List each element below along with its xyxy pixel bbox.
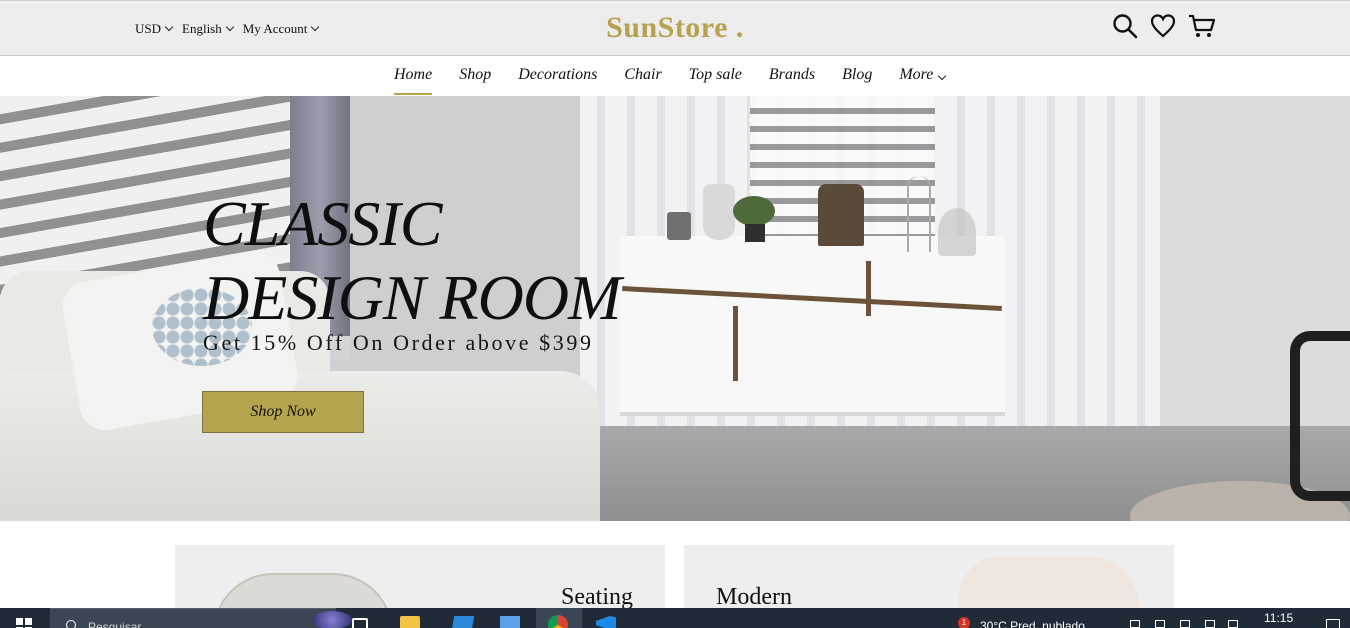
windows-start-icon[interactable] (16, 618, 32, 628)
top-bar: USD English My Account SunStore . (0, 0, 1350, 56)
vscode-icon[interactable] (596, 616, 616, 628)
windows-taskbar: Pesquisar 1 30°C Pred. nublado 11:15 (0, 608, 1350, 628)
hero-banner: CLASSIC DESIGN ROOM Get 15% Off On Order… (0, 96, 1350, 521)
store-icon[interactable] (451, 616, 475, 628)
heart-icon[interactable] (1150, 13, 1176, 39)
battery-icon[interactable] (1180, 620, 1190, 628)
nav-item-home[interactable]: Home (394, 56, 433, 96)
taskbar-clock[interactable]: 11:15 (1264, 611, 1293, 625)
hero-plant-pot (745, 224, 765, 242)
taskbar-search-box[interactable]: Pesquisar (50, 608, 352, 628)
file-explorer-icon[interactable] (400, 616, 420, 628)
category-title-seating: Seating (561, 584, 633, 608)
nav-item-chair[interactable]: Chair (624, 56, 661, 96)
hero-glass-bowl (938, 208, 976, 256)
nav-item-brands[interactable]: Brands (769, 56, 815, 96)
seating-chair-image (213, 573, 393, 608)
nav-items: Home Shop Decorations Chair Top sale Bra… (394, 56, 972, 96)
hero-title: CLASSIC DESIGN ROOM (203, 187, 621, 335)
task-view-icon[interactable] (352, 618, 368, 628)
chrome-icon[interactable] (548, 615, 568, 628)
nav-item-blog[interactable]: Blog (842, 56, 872, 96)
chevron-down-icon (938, 71, 947, 81)
nav-item-decorations[interactable]: Decorations (518, 56, 597, 96)
hero-cabinet-trim (866, 261, 871, 316)
weather-notification-badge: 1 (958, 617, 970, 628)
nav-more-label: More (899, 66, 934, 83)
chevron-up-icon[interactable] (1130, 620, 1140, 628)
hero-plant (733, 196, 775, 226)
category-title-modern: Modern (716, 584, 792, 608)
nav-item-more[interactable]: More (899, 56, 947, 96)
hero-title-line2: DESIGN ROOM (203, 262, 621, 333)
header-icons (1112, 13, 1216, 39)
nav-item-shop[interactable]: Shop (459, 56, 491, 96)
taskbar-search-placeholder: Pesquisar (88, 620, 142, 628)
search-highlight-icon (312, 611, 352, 628)
hero-cabinet-trim (733, 306, 738, 381)
category-card-seating[interactable]: Seating (175, 545, 665, 608)
main-nav: Home Shop Decorations Chair Top sale Bra… (0, 56, 1350, 96)
search-icon (66, 620, 76, 628)
shop-now-button[interactable]: Shop Now (202, 391, 364, 433)
category-card-modern[interactable]: Modern (684, 545, 1174, 608)
modern-chair-image (959, 557, 1139, 608)
hero-glass (907, 176, 931, 252)
network-icon[interactable] (1155, 620, 1165, 628)
hero-title-line1: CLASSIC (203, 188, 442, 259)
hero-chair (1290, 331, 1350, 501)
cart-icon[interactable] (1188, 13, 1216, 39)
nav-item-top-sale[interactable]: Top sale (689, 56, 742, 96)
weather-widget[interactable]: 30°C Pred. nublado (980, 619, 1085, 628)
hero-subtitle: Get 15% Off On Order above $399 (203, 330, 594, 355)
hero-cup (667, 212, 691, 240)
hero-telephone (818, 184, 864, 246)
notification-center-icon[interactable] (1326, 619, 1340, 628)
wifi-icon[interactable] (1205, 620, 1215, 628)
hero-vase (703, 184, 735, 240)
hero-cabinet (620, 236, 1005, 416)
volume-icon[interactable] (1228, 620, 1238, 628)
search-icon[interactable] (1112, 13, 1138, 39)
photos-icon[interactable] (500, 616, 520, 628)
